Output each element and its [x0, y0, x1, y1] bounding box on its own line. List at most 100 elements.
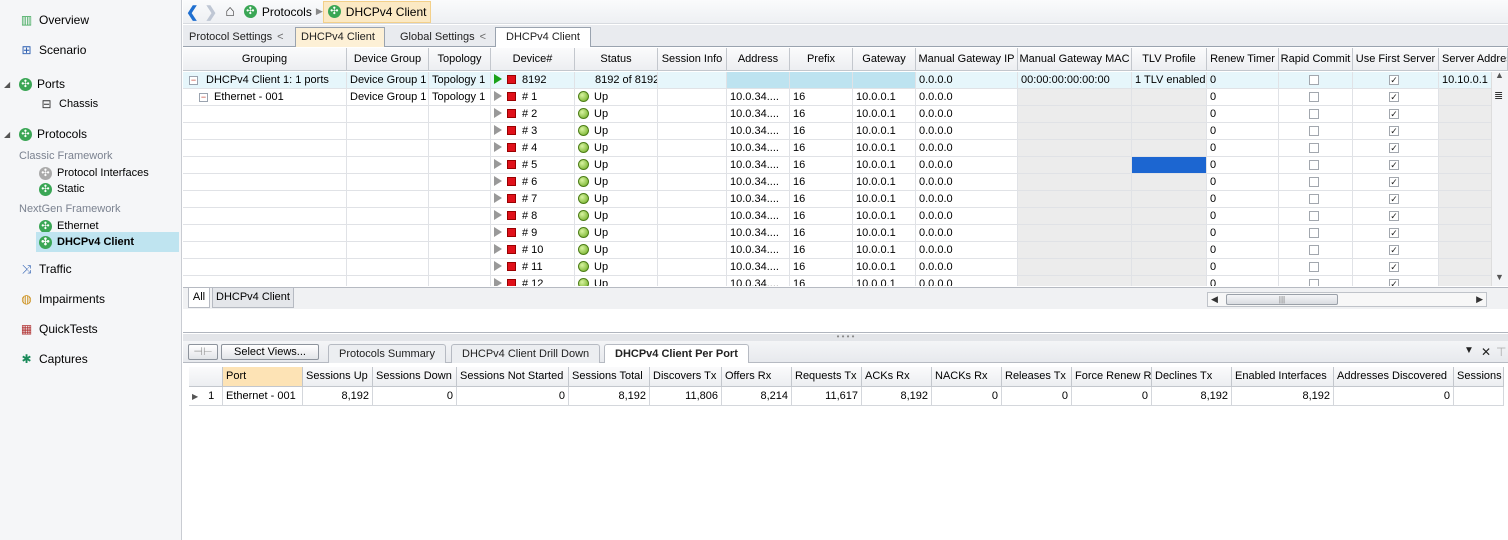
column-header-prefix[interactable]: Prefix [790, 48, 853, 71]
grouping-cell[interactable] [183, 174, 347, 191]
device-group-cell[interactable] [347, 276, 429, 286]
prefix-cell[interactable]: 16 [790, 174, 853, 191]
grouping-cell[interactable] [183, 259, 347, 276]
column-header-address[interactable]: Address [727, 48, 790, 71]
scroll-left-icon[interactable]: ◀ [1211, 294, 1218, 305]
prefix-cell[interactable]: 16 [790, 123, 853, 140]
rapid-commit-checkbox[interactable] [1309, 109, 1319, 119]
rapid-commit-checkbox[interactable] [1309, 143, 1319, 153]
session-info-cell[interactable] [658, 174, 727, 191]
prefix-cell[interactable]: 16 [790, 191, 853, 208]
grouping-cell[interactable] [183, 140, 347, 157]
rapid-commit-cell[interactable] [1279, 72, 1353, 89]
address-cell[interactable]: 10.0.34.... [727, 157, 790, 174]
status-cell[interactable]: Up [575, 106, 658, 123]
address-cell[interactable]: 10.0.34.... [727, 259, 790, 276]
manual-gateway-mac-cell[interactable] [1018, 106, 1132, 123]
manual-gateway-mac-cell[interactable] [1018, 140, 1132, 157]
prefix-cell[interactable]: 16 [790, 106, 853, 123]
device-group-cell[interactable] [347, 123, 429, 140]
stats-cell[interactable]: 0 [373, 387, 457, 406]
tab-global-settings[interactable]: Global Settings < [394, 27, 492, 47]
status-cell[interactable]: 8192 of 8192 [575, 72, 658, 89]
breadcrumb-protocols[interactable]: ✣ Protocols [240, 1, 316, 23]
prefix-cell[interactable]: 16 [790, 259, 853, 276]
rapid-commit-checkbox[interactable] [1309, 177, 1319, 187]
topology-cell[interactable] [429, 276, 491, 286]
renew-timer-cell[interactable]: 0 [1207, 276, 1279, 286]
gateway-cell[interactable]: 10.0.0.1 [853, 225, 916, 242]
device-cell[interactable]: # 9 [491, 225, 575, 242]
use-first-server-checkbox[interactable]: ✓ [1389, 177, 1399, 187]
session-info-cell[interactable] [658, 123, 727, 140]
tlv-profile-cell[interactable] [1132, 208, 1207, 225]
manual-gateway-ip-cell[interactable]: 0.0.0.0 [916, 89, 1018, 106]
manual-gateway-mac-cell[interactable]: 00:00:00:00:00:00 [1018, 72, 1132, 89]
device-group-cell[interactable] [347, 242, 429, 259]
column-header-topology[interactable]: Topology [429, 48, 491, 71]
tlv-profile-cell[interactable] [1132, 157, 1207, 174]
sidebar-item-traffic[interactable]: ⤨ Traffic [19, 259, 72, 279]
renew-timer-cell[interactable]: 0 [1207, 72, 1279, 89]
manual-gateway-mac-cell[interactable] [1018, 157, 1132, 174]
column-header-manual-gateway-mac[interactable]: Manual Gateway MAC [1018, 48, 1132, 71]
device-group-cell[interactable]: Device Group 1 [347, 72, 429, 89]
sidebar-item-protocols[interactable]: ✣ Protocols [19, 124, 87, 144]
status-cell[interactable]: Up [575, 157, 658, 174]
use-first-server-checkbox[interactable]: ✓ [1389, 160, 1399, 170]
back-arrow-icon[interactable]: ❮ [183, 3, 202, 21]
table-row[interactable]: − DHCPv4 Client 1: 1 ports Device Group 1… [183, 72, 1508, 89]
grouping-cell[interactable] [183, 123, 347, 140]
dock-icon[interactable]: ⊣⊢ [188, 344, 218, 360]
address-cell[interactable]: 10.0.34.... [727, 123, 790, 140]
table-row[interactable]: # 3 Up 10.0.34.... 16 10.0.0.1 0.0.0.0 0 ✓ [183, 123, 1508, 140]
rapid-commit-checkbox[interactable] [1309, 92, 1319, 102]
status-cell[interactable]: Up [575, 174, 658, 191]
manual-gateway-mac-cell[interactable] [1018, 259, 1132, 276]
rapid-commit-checkbox[interactable] [1309, 279, 1319, 286]
table-row[interactable]: # 4 Up 10.0.34.... 16 10.0.0.1 0.0.0.0 0 ✓ [183, 140, 1508, 157]
tab-protocol-settings[interactable]: Protocol Settings < [183, 27, 290, 47]
address-cell[interactable] [727, 72, 790, 89]
use-first-server-cell[interactable]: ✓ [1353, 191, 1439, 208]
stats-cell[interactable]: 0 [457, 387, 569, 406]
session-info-cell[interactable] [658, 157, 727, 174]
use-first-server-cell[interactable]: ✓ [1353, 174, 1439, 191]
column-header-use-first-server[interactable]: Use First Server [1353, 48, 1439, 71]
gateway-cell[interactable]: 10.0.0.1 [853, 157, 916, 174]
topology-cell[interactable] [429, 259, 491, 276]
tlv-profile-cell[interactable] [1132, 140, 1207, 157]
grouping-cell[interactable] [183, 225, 347, 242]
gateway-cell[interactable]: 10.0.0.1 [853, 242, 916, 259]
prefix-cell[interactable]: 16 [790, 225, 853, 242]
renew-timer-cell[interactable]: 0 [1207, 174, 1279, 191]
table-row[interactable]: # 8 Up 10.0.34.... 16 10.0.0.1 0.0.0.0 0 ✓ [183, 208, 1508, 225]
gateway-cell[interactable]: 10.0.0.1 [853, 208, 916, 225]
expand-arrow-icon[interactable]: ◢ [4, 130, 10, 139]
stats-column-header[interactable]: Port [223, 367, 303, 387]
home-icon[interactable]: ⌂ [225, 3, 235, 21]
session-info-cell[interactable] [658, 208, 727, 225]
gateway-cell[interactable]: 10.0.0.1 [853, 191, 916, 208]
stats-column-header[interactable]: Releases Tx [1002, 367, 1072, 387]
tab-per-port[interactable]: DHCPv4 Client Per Port [604, 344, 749, 363]
stats-cell[interactable]: 8,192 [862, 387, 932, 406]
scrollbar-thumb[interactable]: ||| [1226, 294, 1338, 305]
device-group-cell[interactable] [347, 140, 429, 157]
device-cell[interactable]: # 1 [491, 89, 575, 106]
manual-gateway-ip-cell[interactable]: 0.0.0.0 [916, 106, 1018, 123]
stats-cell[interactable]: 8,192 [1152, 387, 1232, 406]
scroll-right-icon[interactable]: ▶ [1476, 294, 1483, 305]
column-header-device-group[interactable]: Device Group [347, 48, 429, 71]
manual-gateway-ip-cell[interactable]: 0.0.0.0 [916, 208, 1018, 225]
manual-gateway-mac-cell[interactable] [1018, 123, 1132, 140]
address-cell[interactable]: 10.0.34.... [727, 174, 790, 191]
tlv-profile-cell[interactable] [1132, 276, 1207, 286]
device-group-cell[interactable] [347, 208, 429, 225]
grouping-cell[interactable] [183, 191, 347, 208]
session-info-cell[interactable] [658, 276, 727, 286]
stats-column-header[interactable]: Force Renew Rx [1072, 367, 1152, 387]
manual-gateway-mac-cell[interactable] [1018, 174, 1132, 191]
address-cell[interactable]: 10.0.34.... [727, 140, 790, 157]
stats-column-header[interactable]: Sessions Total [569, 367, 650, 387]
